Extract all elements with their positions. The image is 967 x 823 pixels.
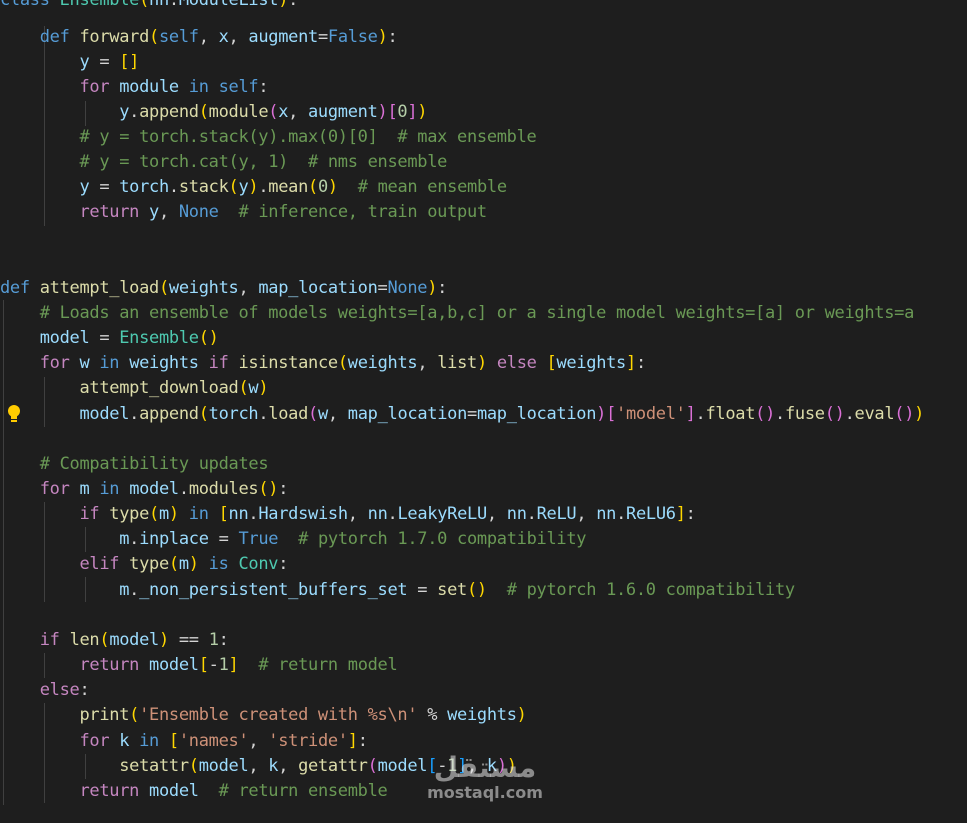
code-line[interactable]: print('Ensemble created with %s\n' % wei…: [0, 703, 526, 728]
code-line[interactable]: y = torch.stack(y).mean(0) # mean ensemb…: [0, 175, 507, 200]
code-line[interactable]: def forward(self, x, augment=False):: [0, 25, 398, 50]
code-line[interactable]: m._non_persistent_buffers_set = set() # …: [0, 578, 795, 603]
code-line[interactable]: for module in self:: [0, 75, 268, 100]
code-line[interactable]: for k in ['names', 'stride']:: [0, 729, 367, 754]
code-line[interactable]: else:: [0, 678, 90, 703]
code-line[interactable]: return y, None # inference, train output: [0, 200, 487, 225]
code-line[interactable]: model = Ensemble(): [0, 326, 219, 351]
code-editor[interactable]: class Ensemble(nn.ModuleList): def forwa…: [0, 0, 967, 823]
code-line[interactable]: class Ensemble(nn.ModuleList):: [0, 0, 298, 13]
code-line[interactable]: # y = torch.cat(y, 1) # nms ensemble: [0, 150, 447, 175]
code-line[interactable]: for m in model.modules():: [0, 477, 289, 502]
code-line[interactable]: for w in weights if isinstance(weights, …: [0, 351, 646, 376]
code-line[interactable]: elif type(m) is Conv:: [0, 552, 288, 577]
code-line[interactable]: y = []: [0, 50, 139, 75]
code-line[interactable]: return model[-1] # return model: [0, 653, 397, 678]
watermark-arabic-text: مستقل: [433, 751, 537, 784]
code-line[interactable]: if type(m) in [nn.Hardswish, nn.LeakyReL…: [0, 502, 695, 527]
code-line[interactable]: # Compatibility updates: [0, 452, 269, 477]
code-line[interactable]: m.inplace = True # pytorch 1.7.0 compati…: [0, 527, 586, 552]
code-line[interactable]: attempt_download(w): [0, 376, 268, 401]
code-line[interactable]: # Loads an ensemble of models weights=[a…: [0, 301, 915, 326]
watermark-logo: مستقل mostaql.com: [424, 752, 546, 808]
code-line[interactable]: return model # return ensemble: [0, 779, 387, 804]
watermark-latin-text: mostaql.com: [427, 783, 543, 802]
code-line[interactable]: # y = torch.stack(y).max(0)[0] # max ens…: [0, 125, 536, 150]
code-line[interactable]: model.append(torch.load(w, map_location=…: [0, 402, 924, 427]
code-line[interactable]: if len(model) == 1:: [0, 628, 229, 653]
code-line[interactable]: def attempt_load(weights, map_location=N…: [0, 276, 447, 301]
code-line[interactable]: y.append(module(x, augment)[0]): [0, 100, 427, 125]
